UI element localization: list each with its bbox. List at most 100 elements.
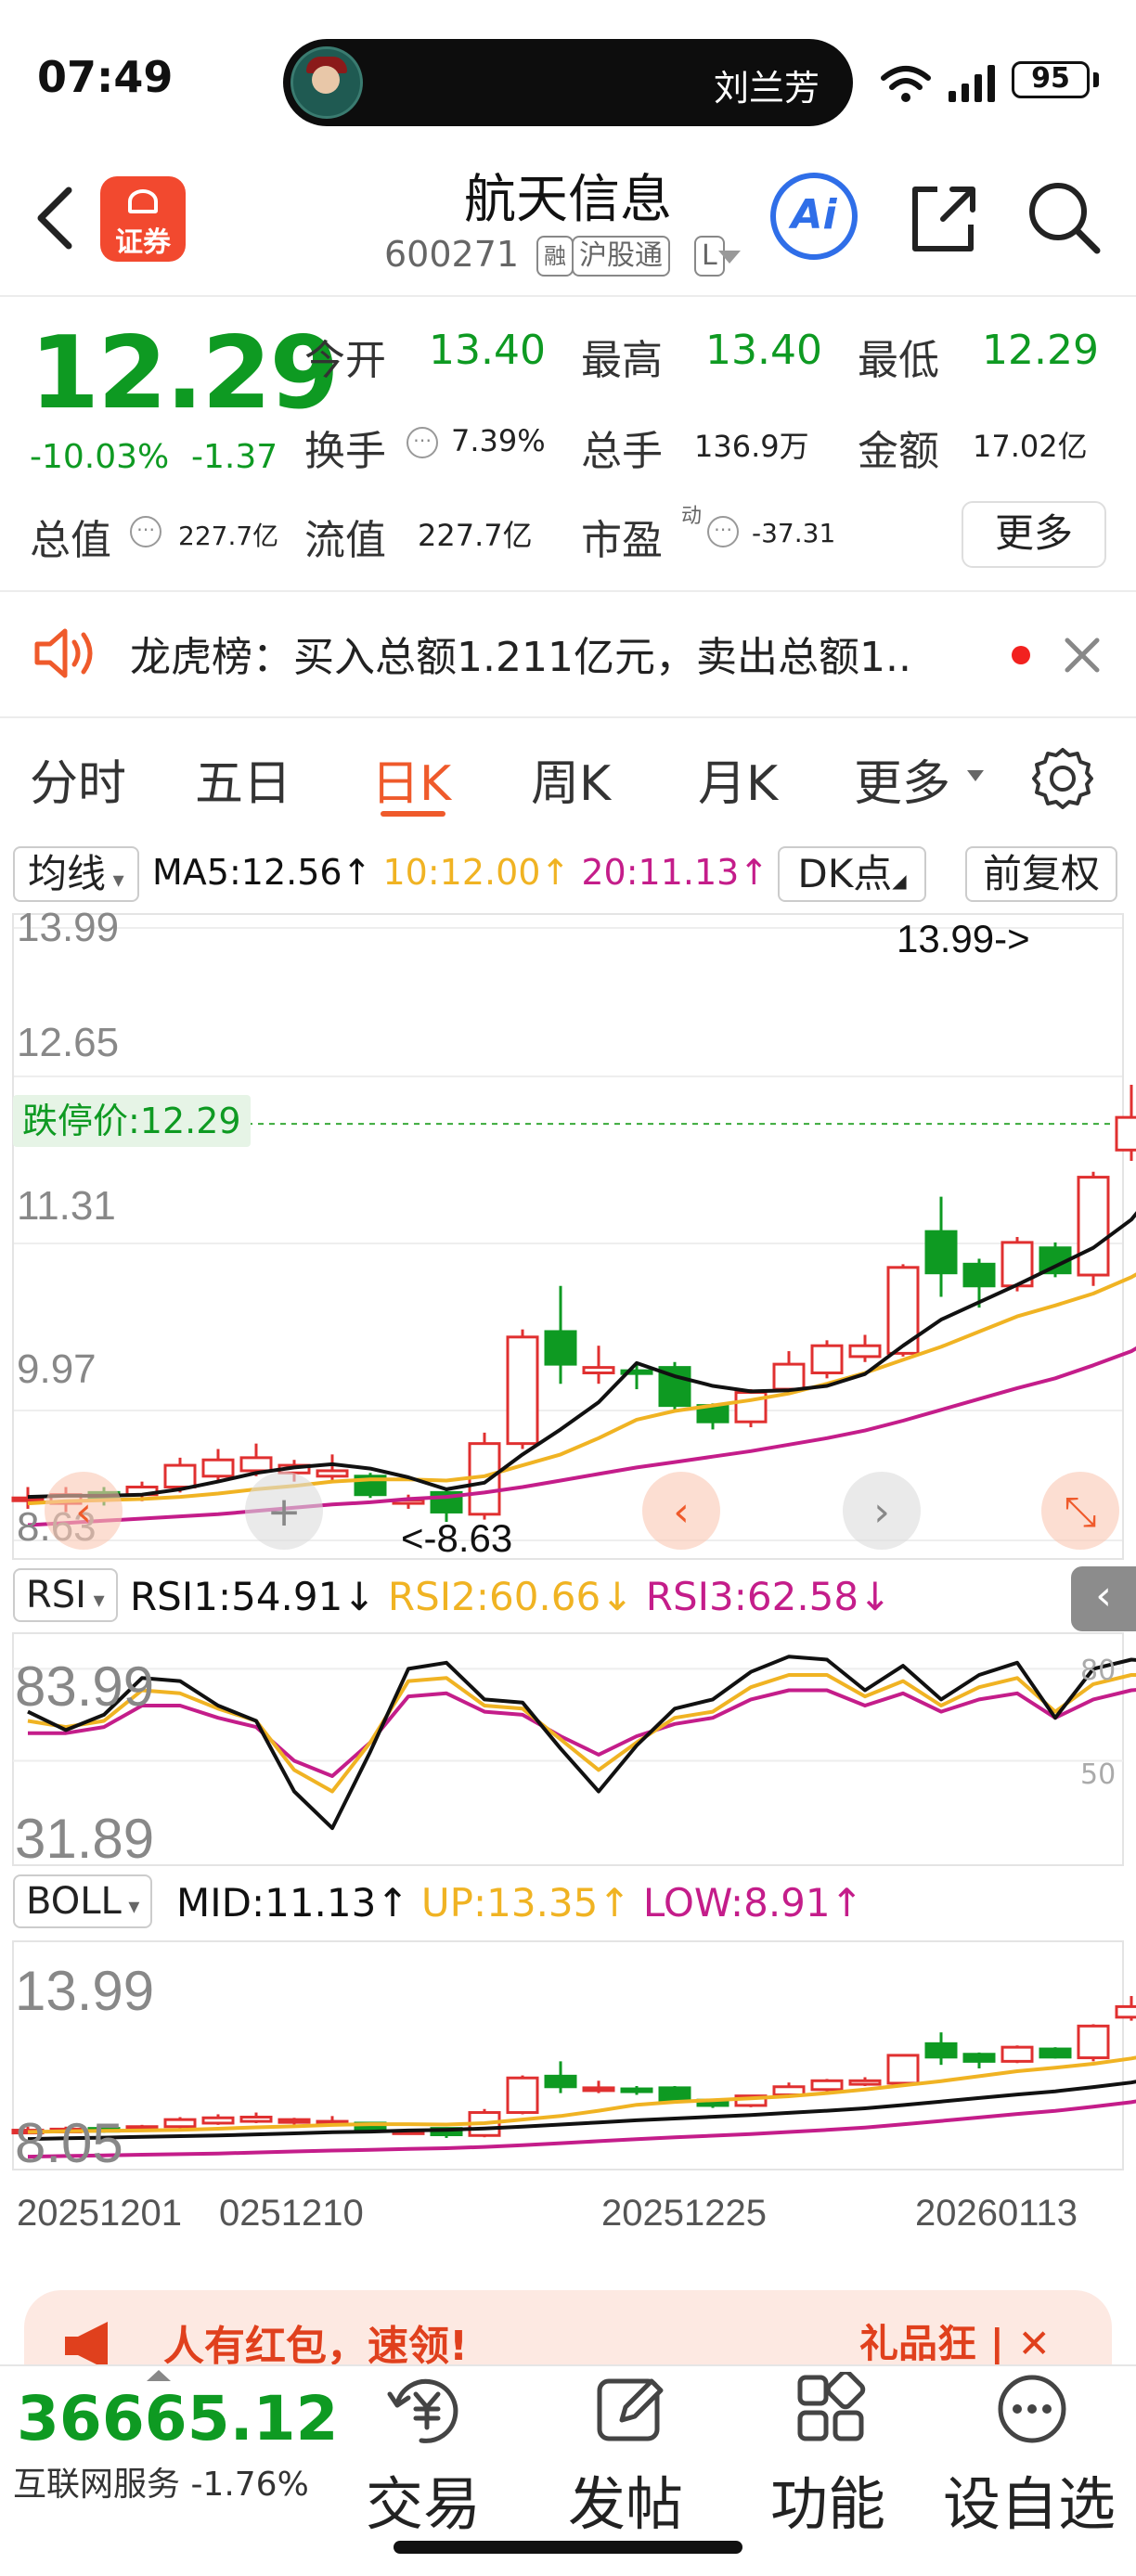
tab-monthly-k[interactable]: 月K bbox=[698, 744, 778, 814]
float-cap-value: 227.7亿 bbox=[418, 518, 533, 553]
amount-value: 17.02亿 bbox=[973, 429, 1088, 464]
x-axis-label: 20260113 bbox=[915, 2193, 1078, 2234]
tag-hgt: 沪股通 bbox=[572, 236, 670, 277]
current-price: 12.29 bbox=[30, 316, 340, 431]
tab-more[interactable]: 更多 bbox=[854, 744, 950, 814]
back-icon[interactable] bbox=[28, 181, 84, 255]
candle-body bbox=[506, 1335, 539, 1446]
more-icon[interactable] bbox=[995, 2372, 1069, 2446]
battery-icon: 95 bbox=[1012, 61, 1090, 98]
candle-body bbox=[163, 1463, 197, 1489]
absolute-change: -1.37 bbox=[191, 438, 278, 476]
rsi-indicator-select[interactable]: RSI ▾ bbox=[13, 1568, 118, 1622]
boll-candle-body bbox=[163, 2118, 197, 2129]
x-axis-label: 20251225 bbox=[601, 2193, 767, 2234]
ai-button[interactable]: Ai bbox=[770, 173, 858, 260]
candle-body bbox=[201, 1458, 235, 1478]
share-icon[interactable] bbox=[906, 182, 980, 256]
nav-add-watchlist[interactable]: 设自选 bbox=[943, 2457, 1116, 2541]
rsi-select-label: RSI bbox=[26, 1574, 86, 1616]
candle-body bbox=[582, 1366, 615, 1374]
volume-value: 136.9万 bbox=[694, 429, 809, 464]
turnover-value: 7.39% bbox=[451, 423, 546, 458]
dk-point-select[interactable]: DK点◢ bbox=[778, 846, 926, 902]
divider bbox=[0, 590, 1136, 592]
boll-candle-body bbox=[544, 2074, 577, 2089]
promo-text: 人有红包，速领! bbox=[163, 2323, 469, 2370]
ma-indicator-select[interactable]: 均线 ▾ bbox=[13, 846, 139, 902]
index-value[interactable]: 36665.12 bbox=[17, 2383, 339, 2454]
tab-intraday[interactable]: 分时 bbox=[30, 744, 126, 814]
chart-nav-glyph: ‹ bbox=[75, 1488, 92, 1536]
caret-down-icon[interactable] bbox=[716, 249, 742, 265]
float-cap-label: 流值 bbox=[304, 517, 386, 564]
boll-candle-body bbox=[848, 2079, 882, 2086]
compose-icon[interactable] bbox=[594, 2372, 668, 2446]
tab-daily-k[interactable]: 日K bbox=[371, 744, 451, 814]
rsi1-line bbox=[27, 1655, 1136, 1831]
search-icon[interactable] bbox=[1025, 178, 1103, 256]
high-label: 最高 bbox=[581, 337, 663, 384]
turnover-label: 换手 bbox=[304, 428, 386, 475]
close-icon[interactable] bbox=[1060, 633, 1104, 677]
pe-superscript: 动 bbox=[681, 505, 703, 528]
tab-weekly-k[interactable]: 周K bbox=[531, 744, 611, 814]
candle-body bbox=[848, 1344, 882, 1359]
tab-more-caret-icon[interactable] bbox=[965, 768, 986, 783]
boll-y-top: 13.99 bbox=[15, 1960, 154, 2022]
news-unread-dot bbox=[1012, 646, 1030, 664]
nav-trade[interactable]: 交易 bbox=[366, 2457, 481, 2541]
boll-candle-body bbox=[278, 2118, 311, 2124]
amount-label: 金额 bbox=[858, 428, 939, 475]
boll-candle-body bbox=[506, 2076, 539, 2115]
dynamic-island[interactable]: 刘兰芳 bbox=[283, 39, 853, 126]
y-tick-label: 9.97 bbox=[17, 1346, 97, 1392]
boll-y-bottom: 8.05 bbox=[15, 2112, 123, 2174]
candle-body bbox=[544, 1330, 577, 1366]
island-name: 刘兰芳 bbox=[713, 68, 820, 109]
pe-value: -37.31 bbox=[752, 518, 836, 548]
x-axis-label: 20251201 bbox=[17, 2193, 182, 2234]
app-logo[interactable]: 证券 bbox=[100, 176, 186, 262]
apps-icon[interactable] bbox=[794, 2372, 869, 2446]
turnover-info-icon[interactable]: ⋯ bbox=[407, 427, 438, 458]
y-tick-label: 12.65 bbox=[17, 1020, 119, 1065]
divider bbox=[0, 716, 1136, 718]
market-cap-info-icon[interactable]: ⋯ bbox=[130, 516, 161, 547]
ma5-value: MA5:12.56↑ bbox=[152, 852, 372, 893]
candle-body bbox=[1115, 1115, 1136, 1152]
candle-body bbox=[962, 1262, 996, 1288]
boll-candle-body bbox=[1115, 2004, 1136, 2019]
boll-indicator-select[interactable]: BOLL ▾ bbox=[13, 1874, 153, 1928]
boll-candle-body bbox=[201, 2116, 235, 2125]
island-avatar bbox=[290, 46, 363, 119]
tab-five-day[interactable]: 五日 bbox=[195, 744, 291, 814]
gear-icon[interactable] bbox=[1030, 746, 1095, 811]
boll-candle-body bbox=[620, 2087, 653, 2093]
ma-values: MA5:12.56↑ 10:12.00↑ 20:11.13↑ bbox=[152, 852, 768, 893]
boll-select-label: BOLL bbox=[26, 1880, 122, 1923]
min-price-marker: <-8.63 bbox=[401, 1516, 512, 1560]
chart-nav-glyph: + bbox=[267, 1488, 302, 1536]
pe-info-icon[interactable]: ⋯ bbox=[707, 516, 739, 547]
ma10-line bbox=[27, 1272, 1136, 1506]
promo-gift-text[interactable]: 礼品狂 | ✕ bbox=[859, 2312, 1051, 2369]
y-tick-label: 13.99 bbox=[17, 909, 119, 950]
nav-functions[interactable]: 功能 bbox=[770, 2457, 885, 2541]
index-label: 互联网服务 -1.76% bbox=[13, 2466, 309, 2504]
adjustment-select[interactable]: 前复权 bbox=[965, 846, 1117, 902]
boll-candle-body bbox=[1077, 2024, 1110, 2060]
trade-icon[interactable] bbox=[384, 2372, 468, 2450]
speaker-icon bbox=[34, 628, 93, 678]
market-cap-label: 总值 bbox=[30, 517, 111, 564]
ma-select-label: 均线 bbox=[28, 851, 107, 896]
percent-change: -10.03% bbox=[30, 438, 170, 476]
collapse-panel-button[interactable]: ‹ bbox=[1071, 1566, 1136, 1631]
caret-up-icon[interactable] bbox=[145, 2368, 173, 2383]
candle-body bbox=[316, 1469, 349, 1478]
boll-low-value: LOW:8.91↑ bbox=[642, 1880, 863, 1926]
nav-post[interactable]: 发帖 bbox=[568, 2457, 683, 2541]
more-quote-button[interactable]: 更多 bbox=[962, 501, 1106, 568]
boll-candle-body bbox=[924, 2041, 958, 2059]
news-text[interactable]: 龙虎榜：买入总额1.211亿元，卖出总额1.. bbox=[130, 624, 911, 683]
